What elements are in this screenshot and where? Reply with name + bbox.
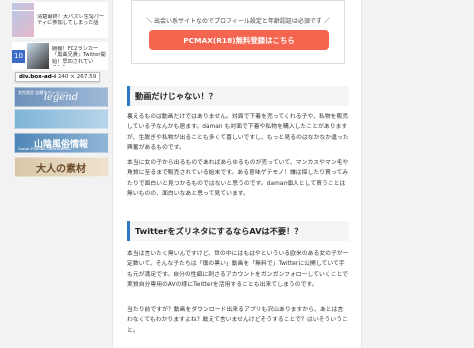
article-paragraph: 本当は言いたく無いんですけど、世の中にはもはやといういる欧米のある女の子が一定数… [127, 251, 349, 289]
rank-badge: 10 [12, 49, 25, 63]
banner-subtitle: Sanin Fuzoku Information [18, 146, 71, 151]
banner-otona[interactable]: 大人の素材 [14, 157, 108, 177]
section-heading: TwitterをズリネタにするならAVは不要！？ [127, 221, 349, 241]
article-paragraph: 本当に女の子から出るものであればあらゆるものが売っていて、マンカスやマン毛や角質… [127, 160, 349, 198]
section-heading: 動画だけじゃない！？ [127, 86, 349, 106]
tooltip-selector: div.box-ad-i [19, 74, 57, 80]
tooltip-size: 240 × 267.59 [57, 74, 97, 80]
pcmax-register-button[interactable]: PCMAX(R18)無料登録はこちら [149, 30, 329, 50]
article-paragraph: 当たり前ですが？動画をダウンロード出来るアプリも沢山ありますから、あとは言わなく… [127, 307, 348, 334]
article-card: ＼ 出会い系サイトなのでプロフィール設定と年齢認証は必須です ／ PCMAX(R… [112, 0, 362, 348]
article-paragraph: 裏えるものは動画だけではありません。対面で下着を売ってくれる子や、私物を販売して… [127, 114, 349, 152]
ranking-thumbnail[interactable] [27, 43, 49, 69]
sidebar: 清楚最終！大バズレ生SJパーティに参加してしまった話 10 朗報！FC2ランカー… [12, 0, 108, 348]
devtools-tooltip: div.box-ad-i 240 × 267.59 [15, 72, 101, 82]
sidebar-ranking-item[interactable]: 10 朗報！FC2ランカー『黒曲兄貴』Twitter開始！早凹されている！？ [12, 42, 108, 70]
ranking-item-title[interactable]: 清楚最終！大バズレ生SJパーティに参加してしまった話 [37, 14, 108, 34]
sidebar-ranking-item[interactable]: 清楚最終！大バズレ生SJパーティに参加してしまった話 [12, 10, 108, 38]
ad-note: ＼ 出会い系サイトなのでプロフィール設定と年齢認証は必須です ／ [146, 18, 330, 25]
ad-box: ＼ 出会い系サイトなのでプロフィール設定と年齢認証は必須です ／ PCMAX(R… [131, 0, 345, 64]
right-gutter [362, 0, 474, 348]
banner-legend[interactable]: legend 女性限定 自撮りギャラリー [14, 87, 108, 107]
banner-sanin[interactable]: 山陰風俗情報 Sanin Fuzoku Information [14, 133, 108, 153]
banner-link[interactable] [14, 109, 108, 129]
ranking-thumbnail[interactable] [12, 11, 34, 37]
banner-subtitle: 女性限定 自撮りギャラリー [18, 90, 68, 95]
ranking-item-title[interactable]: 朗報！FC2ランカー『黒曲兄貴』Twitter開始！早凹されている！？ [52, 46, 108, 66]
banner-title: 大人の素材 [36, 163, 86, 175]
